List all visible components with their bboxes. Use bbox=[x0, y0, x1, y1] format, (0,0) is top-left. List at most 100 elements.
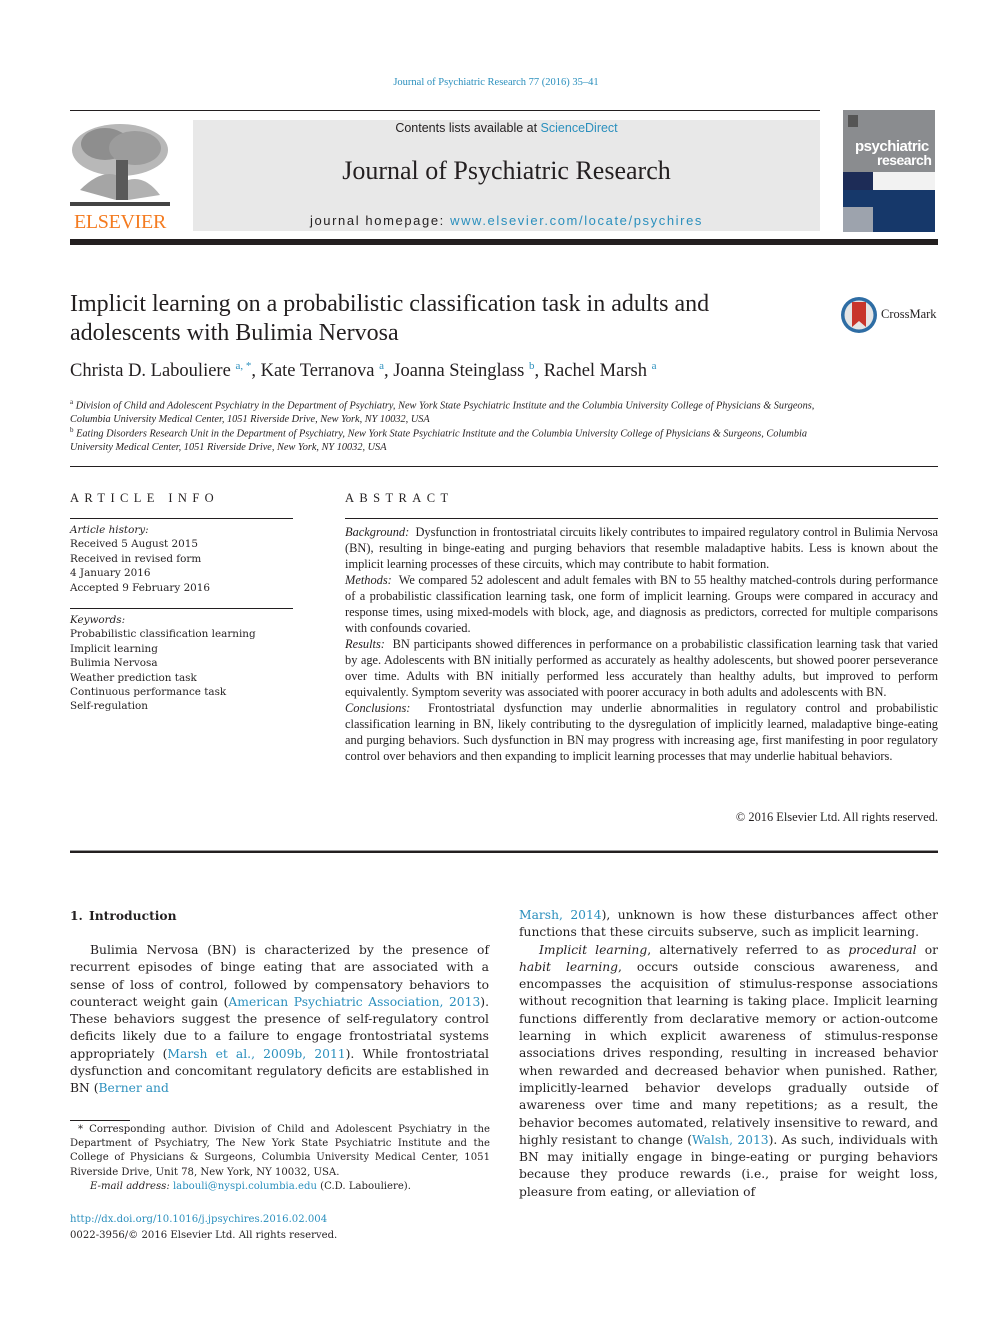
section-heading-introduction: 1. Introduction bbox=[70, 908, 177, 923]
keyword-item: Continuous performance task bbox=[70, 686, 227, 699]
top-rule bbox=[70, 110, 820, 111]
article-info-rule bbox=[70, 518, 293, 519]
author[interactable]: Kate Terranova a bbox=[260, 360, 384, 382]
body-column-left: Bulimia Nervosa (BN) is characterized by… bbox=[70, 942, 489, 1098]
sciencedirect-link[interactable]: ScienceDirect bbox=[541, 121, 618, 135]
homepage-line: journal homepage: www.elsevier.com/locat… bbox=[193, 213, 820, 228]
history-item: Received 5 August 2015 bbox=[70, 538, 198, 551]
contents-prefix: Contents lists available at bbox=[395, 121, 541, 135]
abstract-copyright: © 2016 Elsevier Ltd. All rights reserved… bbox=[735, 810, 938, 824]
author-name: Joanna Steinglass bbox=[393, 361, 525, 382]
homepage-prefix: journal homepage: bbox=[309, 213, 451, 228]
body-text: , alternatively referred to as bbox=[647, 942, 849, 957]
keywords: Keywords: Probabilistic classification l… bbox=[70, 613, 256, 714]
homepage-link[interactable]: www.elsevier.com/locate/psychires bbox=[450, 213, 703, 228]
citation-link[interactable]: Marsh, 2014 bbox=[519, 908, 602, 922]
elsevier-tree-icon bbox=[70, 124, 170, 206]
email-suffix: (C.D. Labouliere). bbox=[316, 1180, 411, 1192]
abstract-section-text: Frontostriatal dysfunction may underlie … bbox=[345, 701, 939, 763]
abstract-section-label: Conclusions: bbox=[345, 701, 411, 715]
abstract-results: Results: BN participants showed differen… bbox=[345, 636, 938, 700]
body-column-right: Marsh, 2014), unknown is how these distu… bbox=[519, 907, 938, 1201]
cover-text-panel bbox=[873, 172, 935, 190]
corresponding-author-footnote: * Corresponding author. Division of Chil… bbox=[70, 1123, 490, 1194]
emphasized-term: Implicit learning bbox=[539, 942, 648, 957]
keyword-item: Probabilistic classification learning bbox=[70, 628, 256, 641]
abstract-rule bbox=[345, 518, 938, 519]
author-list: Christa D. Labouliere a, *, Kate Terrano… bbox=[70, 360, 656, 382]
elsevier-logo[interactable]: ELSEVIER bbox=[70, 120, 170, 232]
abstract-section-label: Results: bbox=[345, 637, 385, 651]
article-info-heading: ARTICLE INFO bbox=[70, 491, 220, 505]
emphasized-term: habit learning bbox=[519, 959, 619, 974]
history-item: 4 January 2016 bbox=[70, 567, 151, 580]
affiliation-label: b bbox=[70, 426, 74, 434]
citation-link[interactable]: Berner and bbox=[99, 1081, 169, 1095]
doi-block: http://dx.doi.org/10.1016/j.jpsychires.2… bbox=[70, 1212, 337, 1244]
crossmark-label: CrossMark bbox=[881, 307, 937, 321]
elsevier-wordmark: ELSEVIER bbox=[73, 211, 167, 233]
article-title: Implicit learning on a probabilistic cla… bbox=[70, 291, 710, 346]
cover-logo-icon bbox=[848, 115, 858, 127]
journal-name: Journal of Psychiatric Research bbox=[342, 156, 671, 185]
crossmark-badge[interactable]: CrossMark bbox=[840, 295, 940, 335]
history-item: Received in revised form bbox=[70, 552, 202, 565]
citation-link[interactable]: Walsh, 2013 bbox=[692, 1133, 769, 1147]
citation-link[interactable]: American Psychiatric Association, 2013 bbox=[228, 995, 480, 1009]
keyword-item: Weather prediction task bbox=[70, 671, 197, 684]
body-text: , occurs outside conscious awareness, an… bbox=[519, 959, 938, 1147]
author-name: Kate Terranova bbox=[260, 361, 375, 382]
abstract-end-rule bbox=[70, 850, 938, 853]
author-separator: , bbox=[251, 361, 261, 382]
author[interactable]: Christa D. Labouliere a, * bbox=[70, 360, 251, 382]
crossmark-icon bbox=[841, 297, 877, 333]
history-item: Accepted 9 February 2016 bbox=[70, 581, 211, 594]
abstract-section-text: Dysfunction in frontostriatal circuits l… bbox=[345, 525, 938, 571]
footnote-rule bbox=[70, 1120, 130, 1121]
author-affiliation-marker[interactable]: a bbox=[652, 360, 657, 372]
corresponding-author-text: * Corresponding author. Division of Chil… bbox=[70, 1124, 490, 1178]
journal-cover-thumbnail[interactable]: psychiatric research bbox=[843, 110, 935, 232]
abstract-background: Background: Dysfunction in frontostriata… bbox=[345, 524, 938, 572]
abstract-heading: ABSTRACT bbox=[345, 491, 454, 505]
abstract-section-label: Methods: bbox=[345, 573, 392, 587]
paragraph: Implicit learning, alternatively referre… bbox=[519, 942, 938, 1201]
body-text: or bbox=[916, 942, 938, 957]
keywords-rule bbox=[70, 608, 293, 609]
citation-link[interactable]: Marsh et al., 2009b, 2011 bbox=[167, 1047, 345, 1061]
paragraph: Marsh, 2014), unknown is how these distu… bbox=[519, 907, 938, 942]
article-history: Article history: Received 5 August 2015 … bbox=[70, 523, 210, 595]
author-affiliation-marker[interactable]: a, * bbox=[235, 360, 251, 372]
abstract-section-text: We compared 52 adolescent and adult fema… bbox=[345, 573, 938, 635]
cover-grey-block bbox=[843, 207, 873, 232]
affiliation-b: b Eating Disorders Research Unit in the … bbox=[70, 423, 830, 455]
abstract-body: Background: Dysfunction in frontostriata… bbox=[345, 524, 938, 764]
keyword-item: Self-regulation bbox=[70, 700, 149, 713]
author[interactable]: Joanna Steinglass b bbox=[393, 360, 534, 382]
email-link[interactable]: labouli@nyspi.columbia.edu bbox=[173, 1181, 317, 1192]
running-head[interactable]: Journal of Psychiatric Research 77 (2016… bbox=[0, 77, 992, 88]
keyword-item: Bulimia Nervosa bbox=[70, 657, 158, 670]
contents-line: Contents lists available at ScienceDirec… bbox=[193, 121, 820, 135]
keyword-item: Implicit learning bbox=[70, 642, 158, 655]
doi-link[interactable]: http://dx.doi.org/10.1016/j.jpsychires.2… bbox=[70, 1212, 337, 1228]
author-separator: , bbox=[534, 361, 544, 382]
cover-title-line2: research bbox=[877, 152, 932, 168]
affiliation-label: a bbox=[70, 398, 74, 406]
article-history-label: Article history: bbox=[70, 524, 149, 536]
affiliation-text: Division of Child and Adolescent Psychia… bbox=[70, 400, 815, 426]
author-name: Christa D. Labouliere bbox=[70, 361, 231, 382]
abstract-section-text: BN participants showed differences in pe… bbox=[345, 637, 938, 699]
header-separator-rule bbox=[70, 466, 938, 467]
author-separator: , bbox=[384, 361, 394, 382]
abstract-conclusions: Conclusions: Frontostriatal dysfunction … bbox=[345, 700, 938, 764]
author[interactable]: Rachel Marsh a bbox=[543, 360, 657, 382]
issn-copyright: 0022-3956/© 2016 Elsevier Ltd. All right… bbox=[70, 1230, 338, 1241]
author-name: Rachel Marsh bbox=[543, 361, 647, 382]
masthead-thick-rule bbox=[70, 239, 938, 245]
paragraph: Bulimia Nervosa (BN) is characterized by… bbox=[70, 942, 489, 1098]
emphasized-term: procedural bbox=[848, 942, 917, 957]
keywords-label: Keywords: bbox=[70, 614, 126, 626]
abstract-section-label: Background: bbox=[345, 525, 410, 539]
email-label: E-mail address: bbox=[90, 1180, 170, 1192]
